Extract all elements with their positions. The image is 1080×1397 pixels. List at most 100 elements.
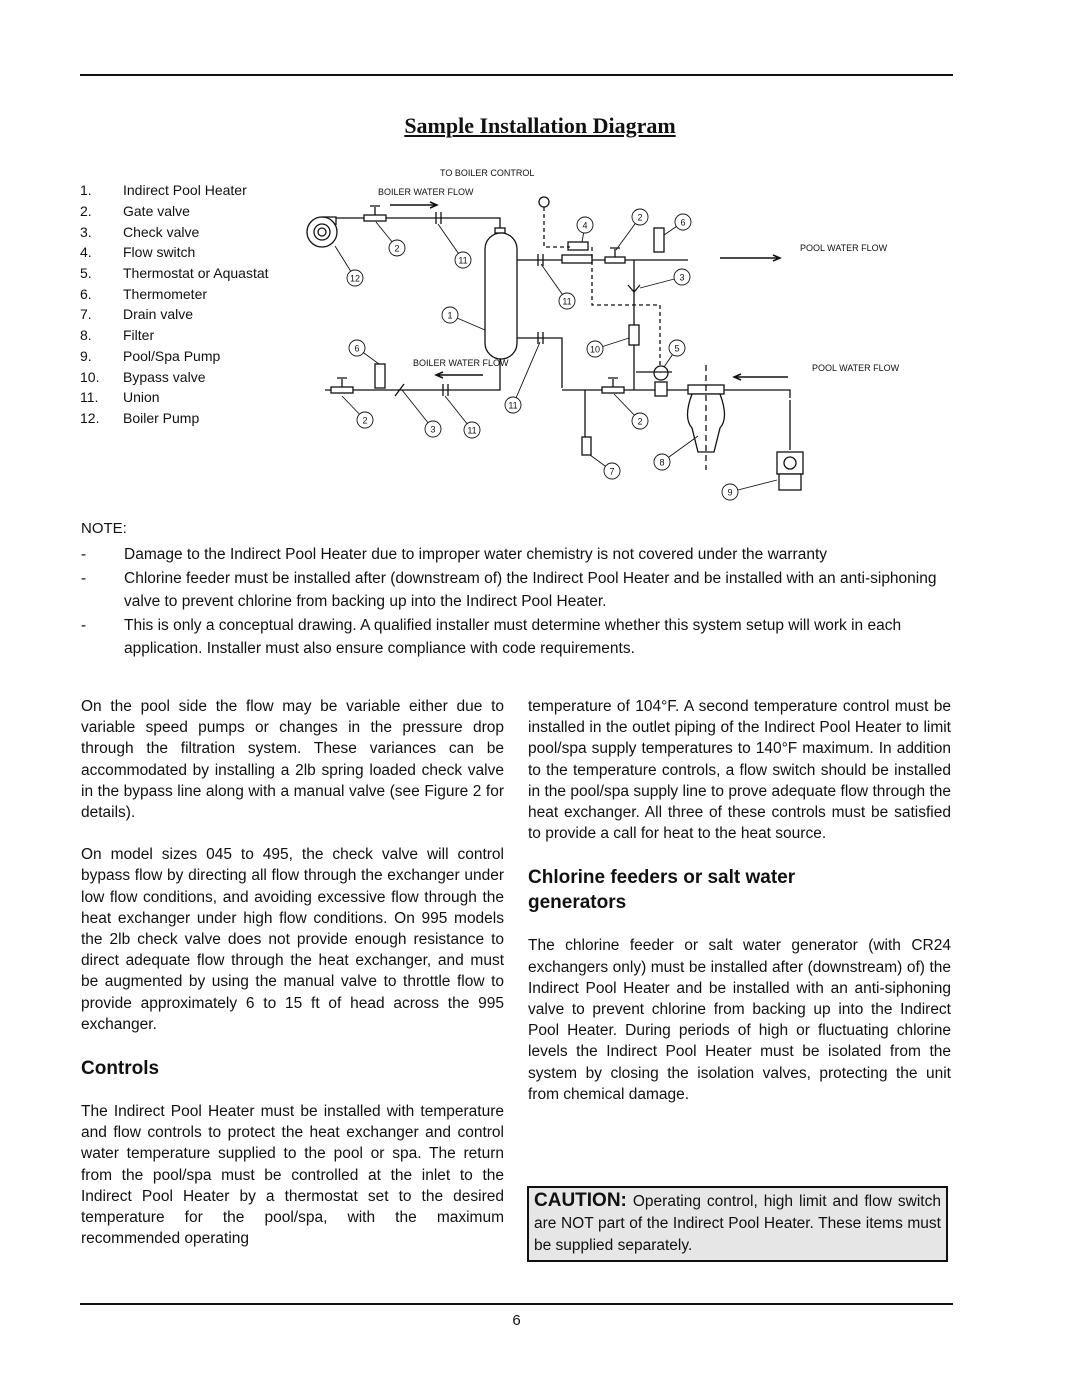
callout-number: 3 (430, 425, 435, 435)
page-number: 6 (512, 1312, 521, 1329)
callout-number: 2 (394, 244, 399, 254)
callout-11: 11 (444, 395, 481, 439)
to-boiler-control-label: TO BOILER CONTROL (440, 168, 534, 178)
callout-1: 1 (441, 306, 486, 331)
callout-number: 11 (508, 401, 517, 411)
pool-water-flow-label: POOL WATER FLOW (812, 363, 900, 373)
note-list: - Damage to the Indirect Pool Heater due … (81, 543, 941, 661)
note-text: This is only a conceptual drawing. A qua… (124, 616, 902, 658)
callout-2: 2 (341, 395, 374, 429)
boiler-control-icon (538, 196, 550, 208)
paragraph: The Indirect Pool Heater must be install… (81, 1103, 504, 1248)
paragraph: The chlorine feeder or salt water genera… (528, 937, 951, 1103)
legend-number: 11. (80, 389, 99, 406)
callout-number: 7 (609, 467, 614, 477)
callout-number: 2 (637, 213, 642, 223)
chlorine-heading: Chlorine feeders or salt water generator… (528, 867, 796, 914)
indirect-pool-heater-tank (484, 232, 518, 360)
callout-2: 2 (613, 393, 649, 430)
page-title: Sample Installation Diagram (404, 113, 676, 138)
parts-legend: 1. Indirect Pool Heater 2. Gate valve 3. Chec… (80, 180, 300, 428)
legend-item: 8. Filter (80, 325, 300, 346)
callout-number: 2 (362, 416, 367, 426)
legend-number: 12. (80, 409, 100, 426)
thermometer-icon (653, 227, 665, 253)
callout-number: 6 (354, 344, 359, 354)
callout-number: 11 (467, 426, 476, 436)
aquastat-icon (654, 381, 668, 397)
boiler-pump-icon (306, 216, 338, 248)
callout-number: 3 (679, 273, 684, 283)
controls-heading: Controls (81, 1058, 160, 1080)
callout-4: 4 (576, 216, 594, 243)
callout-7: 7 (589, 454, 621, 480)
legend-number: 10. (80, 368, 100, 385)
paragraph: On model sizes 045 to 495, the check val… (81, 846, 504, 1033)
legend-number: 1. (80, 182, 92, 199)
callout-number: 6 (680, 218, 685, 228)
callout-number: 2 (637, 417, 642, 427)
callout-number: 11 (562, 297, 571, 307)
legend-item: 7. Drain valve (80, 304, 300, 325)
legend-label: Pool/Spa Pump (123, 347, 221, 364)
pool-pump-icon (776, 451, 804, 491)
callout-2: 2 (615, 208, 649, 251)
legend-item: 6. Thermometer (80, 283, 300, 304)
legend-item: 10. Bypass valve (80, 366, 300, 387)
paragraph: On the pool side the flow may be variabl… (81, 698, 504, 822)
legend-label: Indirect Pool Heater (123, 182, 247, 199)
caution-label: CAUTION: (534, 1190, 627, 1211)
legend-label: Thermostat or Aquastat (123, 265, 269, 282)
pool-water-flow-label: POOL WATER FLOW (800, 243, 888, 253)
legend-item: 3. Check valve (80, 221, 300, 242)
legend-label: Flow switch (123, 244, 196, 261)
legend-number: 9. (80, 347, 92, 364)
dash: - (81, 546, 87, 563)
callout-number: 8 (659, 458, 664, 468)
bottom-rule (80, 1303, 953, 1305)
callout-8: 8 (653, 435, 699, 471)
legend-number: 6. (80, 285, 92, 302)
legend-number: 7. (80, 306, 92, 323)
legend-number: 8. (80, 327, 92, 344)
callout-11: 11 (540, 263, 576, 310)
drain-valve-icon (581, 436, 592, 456)
installation-diagram: TO BOILER CONTROL BOILER WATER FLOW POOL… (306, 168, 900, 501)
callout-number: 9 (727, 488, 732, 498)
callout-9: 9 (721, 479, 778, 501)
boiler-water-flow-label: BOILER WATER FLOW (413, 358, 509, 368)
callout-2: 2 (375, 221, 406, 257)
callout-11: 11 (437, 223, 472, 269)
legend-label: Check valve (123, 223, 200, 240)
legend-item: 2. Gate valve (80, 201, 300, 222)
callout-number: 12 (350, 274, 360, 284)
legend-number: 3. (80, 223, 92, 240)
right-column: temperature of 104°F. A second temperatu… (528, 696, 951, 1126)
legend-item: 12. Boiler Pump (80, 408, 300, 429)
paragraph: temperature of 104°F. A second temperatu… (528, 698, 951, 843)
callout-6: 6 (348, 339, 380, 365)
caution-box: CAUTION: Operating control, high limit a… (527, 1186, 948, 1262)
legend-number: 4. (80, 244, 92, 261)
callout-number: 4 (582, 221, 587, 231)
legend-item: 4. Flow switch (80, 242, 300, 263)
legend-item: 11. Union (80, 387, 300, 408)
note-item: - This is only a conceptual drawing. A qu… (81, 614, 941, 661)
callout-number: 1 (447, 311, 452, 321)
top-rule (80, 74, 953, 76)
dash: - (81, 569, 87, 587)
legend-label: Gate valve (123, 203, 190, 220)
boiler-water-flow-label: BOILER WATER FLOW (378, 187, 474, 197)
callout-number: 10 (590, 345, 600, 355)
legend-label: Boiler Pump (123, 409, 200, 426)
legend-number: 2. (80, 203, 92, 220)
legend-label: Bypass valve (123, 368, 206, 385)
bypass-valve-icon (628, 324, 640, 346)
note-heading: NOTE: (81, 520, 127, 537)
legend-item: 9. Pool/Spa Pump (80, 346, 300, 367)
legend-number: 5. (80, 265, 92, 282)
note-item: - Damage to the Indirect Pool Heater due … (81, 543, 941, 567)
callout-number: 5 (674, 344, 679, 354)
legend-label: Filter (123, 327, 155, 344)
callout-5: 5 (663, 339, 686, 368)
